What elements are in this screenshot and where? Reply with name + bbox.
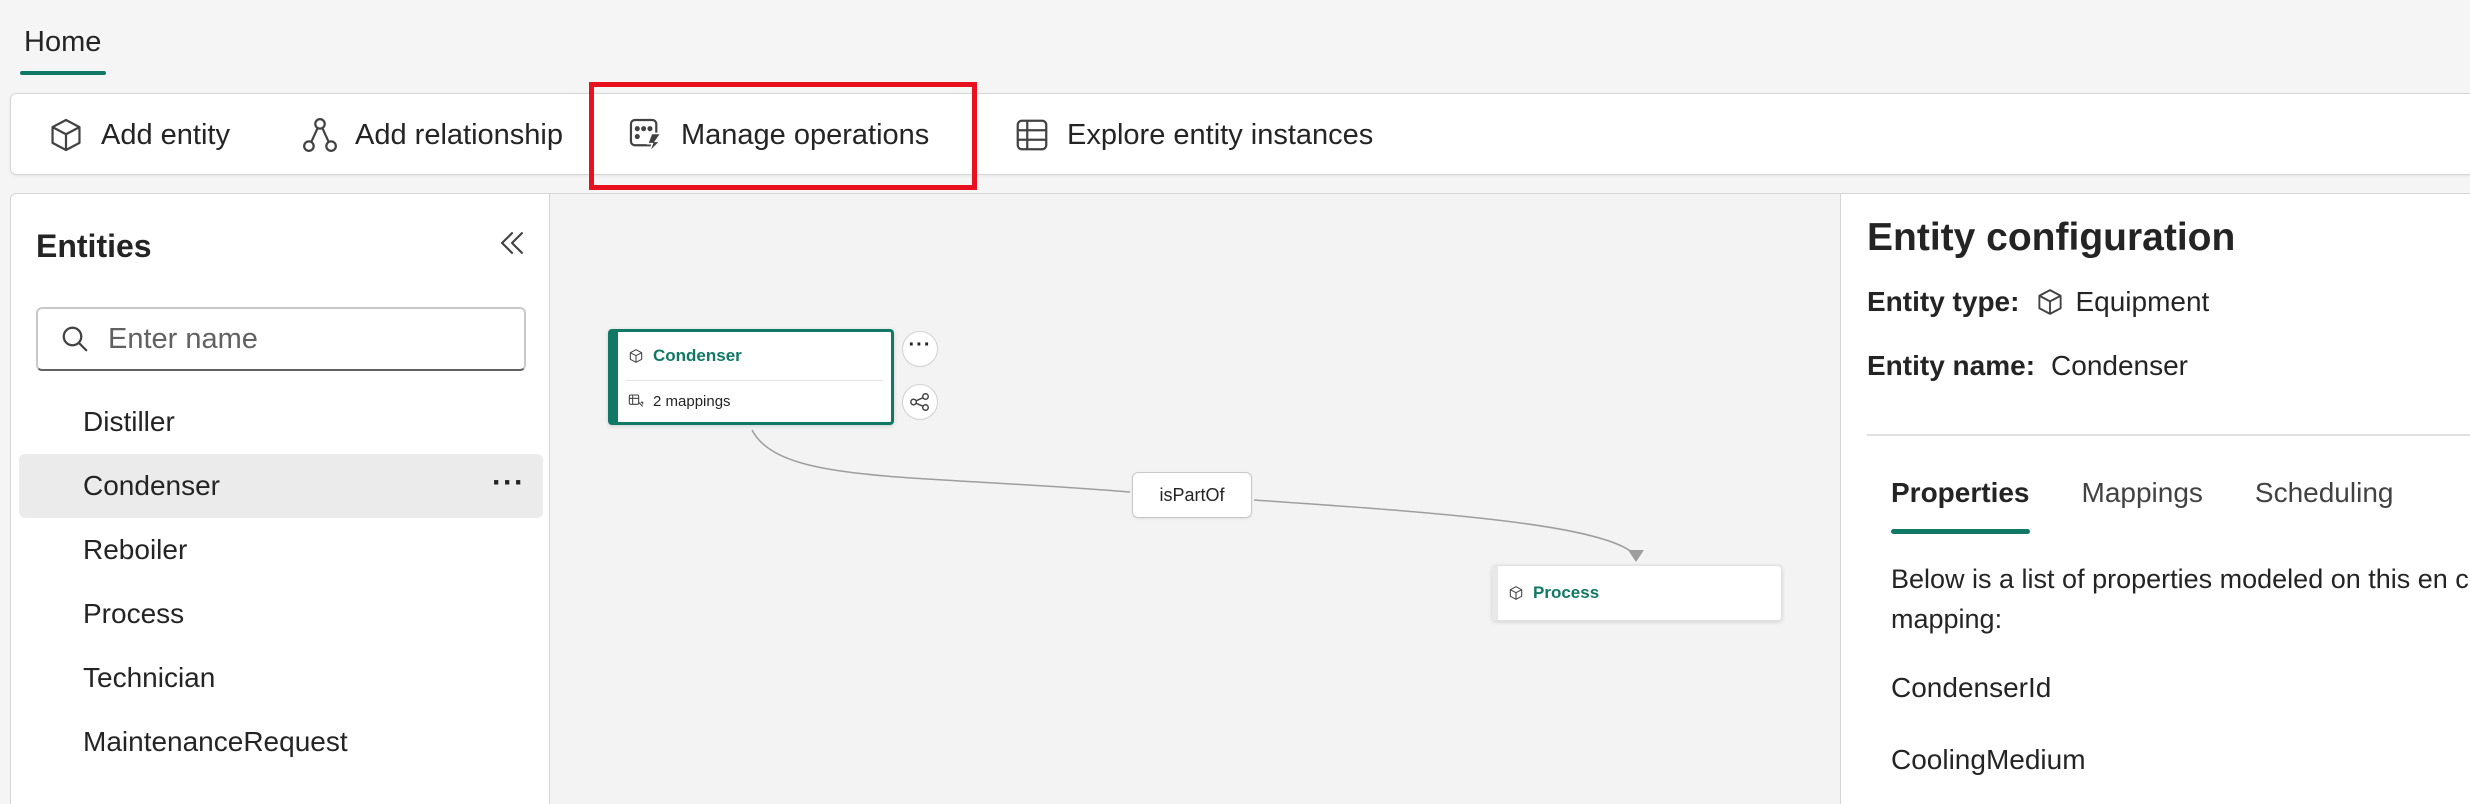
- cube-icon: [1509, 586, 1523, 600]
- add-entity-button[interactable]: Add entity: [47, 94, 230, 176]
- entity-item-condenser[interactable]: Condenser ···: [19, 454, 543, 518]
- node-title: Condenser: [653, 346, 742, 365]
- entity-search-input[interactable]: [108, 322, 508, 356]
- cube-icon: [51, 118, 81, 152]
- entity-item-distiller[interactable]: Distiller: [19, 390, 543, 454]
- node-relationship-button[interactable]: [902, 384, 938, 420]
- model-canvas[interactable]: Condenser 2 mappings ··· isPartOf Proces…: [550, 193, 1840, 804]
- tab-home[interactable]: Home: [24, 26, 101, 59]
- manage-operations-button[interactable]: Manage operations: [627, 94, 929, 176]
- entity-item-technician[interactable]: Technician: [19, 646, 543, 710]
- cube-icon: [629, 349, 643, 363]
- table-icon: [1016, 119, 1048, 151]
- entity-list: Distiller Condenser ··· Reboiler Process …: [19, 390, 543, 774]
- entity-item-process[interactable]: Process: [19, 582, 543, 646]
- entity-item-maintenancerequest[interactable]: MaintenanceRequest: [19, 710, 543, 774]
- add-entity-label: Add entity: [101, 118, 230, 151]
- share-nodes-icon: [910, 393, 929, 411]
- node-process[interactable]: Process: [1492, 565, 1782, 621]
- config-divider: [1867, 434, 2470, 436]
- entity-type-value: Equipment: [2075, 286, 2210, 317]
- tab-scheduling[interactable]: Scheduling: [2255, 477, 2394, 509]
- add-relationship-label: Add relationship: [355, 118, 563, 151]
- entity-item-label: Condenser: [83, 470, 220, 501]
- tab-properties[interactable]: Properties: [1891, 477, 2030, 534]
- entity-name-row: Entity name: Condenser: [1867, 350, 2188, 382]
- entity-item-label: Process: [83, 598, 185, 629]
- entity-item-reboiler[interactable]: Reboiler: [19, 518, 543, 582]
- entity-name-value: Condenser: [2051, 350, 2189, 381]
- tab-mappings[interactable]: Mappings: [2082, 477, 2203, 509]
- entity-item-label: Reboiler: [83, 534, 188, 565]
- node-subtitle: 2 mappings: [653, 392, 731, 410]
- entity-name-label: Entity name:: [1867, 350, 2036, 381]
- entities-title: Entities: [36, 228, 152, 264]
- mapping-table-icon: [628, 394, 644, 407]
- entity-search-box: [36, 307, 526, 371]
- entity-item-label: MaintenanceRequest: [83, 726, 348, 757]
- more-options-icon[interactable]: ···: [492, 468, 525, 498]
- entity-item-label: Distiller: [83, 406, 175, 437]
- entities-panel: Entities Distiller Condenser ··· Reboiler…: [10, 193, 550, 804]
- arrow-head-icon: [1628, 550, 1644, 562]
- top-tab-bar: Home: [0, 0, 2470, 88]
- node-condenser[interactable]: Condenser 2 mappings: [608, 329, 894, 425]
- tab-home-underline: [20, 71, 106, 75]
- node-title: Process: [1533, 583, 1600, 602]
- properties-description: Below is a list of properties modeled on…: [1891, 564, 2470, 634]
- edge-label-ispartof[interactable]: isPartOf: [1132, 472, 1252, 518]
- entity-item-label: Technician: [83, 662, 216, 693]
- collapse-panel-icon[interactable]: [495, 226, 529, 260]
- config-tabs: Properties Mappings Scheduling: [1891, 477, 2445, 534]
- node-mappings: 2 mappings: [618, 381, 891, 421]
- manage-operations-label: Manage operations: [681, 118, 930, 151]
- operations-icon: [629, 118, 663, 153]
- explore-entity-instances-label: Explore entity instances: [1067, 118, 1374, 151]
- entity-configuration-panel: Entity configuration Entity type: Equipm…: [1840, 193, 2470, 804]
- search-icon: [62, 326, 88, 352]
- property-item[interactable]: CoolingMedium: [1891, 744, 2086, 776]
- property-item[interactable]: CondenserId: [1891, 672, 2051, 704]
- entity-type-row: Entity type: Equipment: [1867, 286, 2209, 318]
- cube-icon: [2038, 289, 2063, 315]
- entity-type-label: Entity type:: [1867, 286, 2020, 317]
- node-process-header: Process: [1498, 566, 1781, 620]
- explore-entity-instances-button[interactable]: Explore entity instances: [1013, 94, 1373, 176]
- config-title: Entity configuration: [1867, 216, 2236, 259]
- ribbon-toolbar: Add entity Add relationship Manage opera…: [10, 93, 2470, 175]
- node-condenser-header: Condenser: [618, 332, 891, 380]
- add-relationship-button[interactable]: Add relationship: [301, 94, 563, 176]
- relationship-icon: [303, 118, 337, 152]
- node-more-options-icon[interactable]: ···: [902, 331, 938, 367]
